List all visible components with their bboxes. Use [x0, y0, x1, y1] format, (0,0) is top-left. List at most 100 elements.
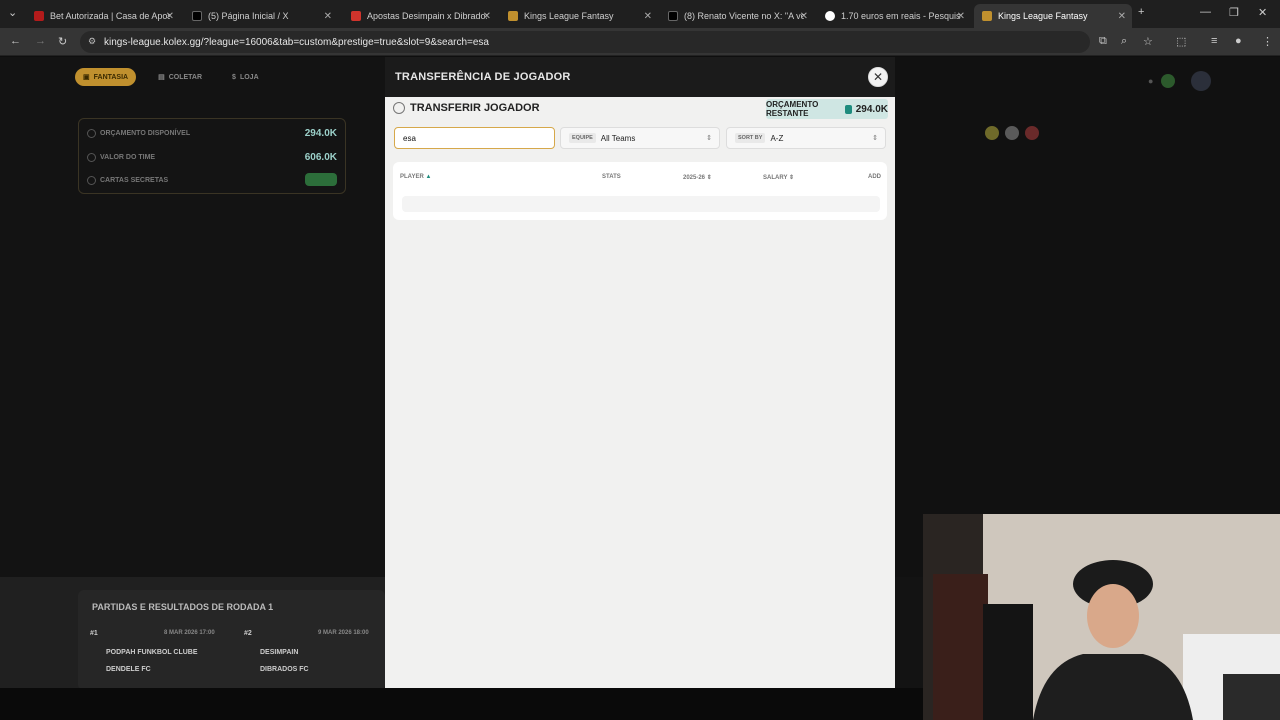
- nav-coletar[interactable]: ▤ COLETAR: [150, 68, 210, 86]
- remaining-budget-value: 294.0K: [855, 103, 888, 115]
- subtitle-text: TRANSFERIR JOGADOR: [410, 102, 540, 114]
- secret-cards-row: CARTAS SECRETAS: [87, 176, 168, 185]
- translate-icon[interactable]: ⧉: [1099, 35, 1107, 48]
- tab-close-icon[interactable]: ✕: [644, 11, 652, 22]
- browser-tab-3[interactable]: Apostas Desimpain x Dibrados ✕: [343, 4, 497, 28]
- tab-close-icon[interactable]: ✕: [957, 11, 965, 22]
- sort-icon: ⇕: [789, 175, 795, 181]
- chevron-updown-icon: ⇕: [872, 135, 878, 142]
- column-season[interactable]: 2025-26 ⇕: [683, 174, 712, 181]
- match-number: #2: [244, 630, 252, 637]
- webcam-overlay: [923, 514, 1280, 720]
- restore-icon[interactable]: ❐: [1229, 6, 1239, 19]
- shop-icon: $: [232, 73, 236, 81]
- column-add: ADD: [868, 174, 881, 180]
- column-label: PLAYER: [400, 174, 424, 180]
- cards-icon: ▤: [158, 74, 165, 81]
- loading-skeleton-row: [402, 196, 880, 212]
- tab-close-icon[interactable]: ✕: [483, 11, 491, 22]
- fantasia-icon: ▣: [83, 74, 90, 81]
- player-search-input[interactable]: [394, 127, 555, 149]
- team-name: DESIMPAIN: [260, 649, 299, 656]
- close-icon: ✕: [872, 70, 884, 84]
- match-date: 8 MAR 2026 17:00: [164, 630, 215, 636]
- browser-tab-6[interactable]: 1.70 euros em reais - Pesquisa ✕: [817, 4, 971, 28]
- app-top-nav: ▣ FANTASIA ▤ COLETAR $ LOJA: [75, 68, 267, 86]
- nav-label: FANTASIA: [93, 73, 129, 81]
- team-value: 606.0K: [304, 152, 337, 163]
- remaining-budget-badge: ORÇAMENTO RESTANTE 294.0K: [766, 99, 888, 119]
- chevron-updown-icon: ⇕: [706, 135, 712, 142]
- secret-cards-badge[interactable]: [305, 173, 337, 186]
- tab-close-icon[interactable]: ✕: [166, 11, 174, 22]
- tab-favicon-icon: [34, 11, 44, 21]
- team-value-row: VALOR DO TIME: [87, 153, 155, 162]
- modal-close-button[interactable]: ✕: [868, 67, 888, 87]
- nav-loja[interactable]: $ LOJA: [224, 68, 267, 86]
- browser-tab-2[interactable]: (5) Página Inicial / X ✕: [184, 4, 338, 28]
- column-salary[interactable]: SALARY ⇕: [763, 174, 794, 181]
- browser-tab-7-active[interactable]: Kings League Fantasy ✕: [974, 4, 1132, 28]
- budget-row: ORÇAMENTO DISPONÍVEL: [87, 129, 190, 138]
- extensions-icon[interactable]: ⬚: [1176, 35, 1186, 48]
- browser-toolbar: ← → ↻ ⚙ kings-league.kolex.gg/?league=16…: [0, 28, 1280, 56]
- column-player[interactable]: PLAYER ▲: [400, 174, 431, 180]
- nav-label: COLETAR: [168, 73, 203, 81]
- team-filter-select[interactable]: EQUIPE All Teams ⇕: [560, 127, 720, 149]
- player-avatar-icon: [985, 126, 999, 140]
- modal-title: TRANSFERÊNCIA DE JOGADOR: [395, 71, 571, 83]
- tab-close-icon[interactable]: ✕: [1118, 11, 1126, 22]
- tab-favicon-icon: [192, 11, 202, 21]
- team-filter-value: All Teams: [600, 133, 636, 143]
- address-bar[interactable]: ⚙ kings-league.kolex.gg/?league=16006&ta…: [80, 31, 1090, 53]
- sort-icon: ⇕: [706, 175, 712, 181]
- media-icon[interactable]: ≡: [1211, 35, 1217, 47]
- tab-search-icon[interactable]: ⌄: [8, 6, 17, 19]
- browser-tab-bar: ⌄ Bet Autorizada | Casa de Apost ✕ (5) P…: [0, 0, 1280, 28]
- sort-select[interactable]: SORT BY A-Z ⇕: [726, 127, 886, 149]
- header-right-icons: ●: [1148, 71, 1212, 91]
- matches-panel: PARTIDAS E RESULTADOS DE RODADA 1 #1 8 M…: [78, 590, 385, 690]
- minimize-icon[interactable]: —: [1200, 6, 1211, 18]
- sort-label: SORT BY: [735, 133, 766, 143]
- tab-favicon-icon: [825, 11, 835, 21]
- user-avatar-icon[interactable]: [1191, 71, 1212, 91]
- tab-title: (8) Renato Vicente no X: "A voz: [684, 11, 804, 21]
- browser-tab-5[interactable]: (8) Renato Vicente no X: "A voz ✕: [660, 4, 814, 28]
- team-filter-label: EQUIPE: [569, 133, 596, 143]
- menu-icon[interactable]: ⋮: [1262, 35, 1273, 48]
- player-avatar-icon: [1005, 126, 1019, 140]
- new-tab-icon[interactable]: +: [1138, 6, 1144, 18]
- team-name: DIBRADOS FC: [260, 666, 309, 673]
- budget-card: ORÇAMENTO DISPONÍVEL 294.0K VALOR DO TIM…: [78, 118, 346, 194]
- tab-title: Kings League Fantasy: [524, 11, 614, 21]
- tab-close-icon[interactable]: ✕: [324, 11, 332, 22]
- budget-label: ORÇAMENTO DISPONÍVEL: [100, 130, 191, 137]
- secret-cards-icon: [87, 176, 96, 185]
- sort-value: A-Z: [770, 133, 784, 143]
- profile-icon[interactable]: ●: [1235, 35, 1242, 47]
- window-close-icon[interactable]: ✕: [1258, 6, 1267, 19]
- bookmark-star-icon[interactable]: ☆: [1143, 35, 1153, 48]
- site-info-icon[interactable]: ⚙: [88, 36, 96, 47]
- coin-icon: [844, 104, 852, 114]
- forward-icon[interactable]: →: [35, 35, 46, 47]
- nav-fantasia[interactable]: ▣ FANTASIA: [75, 68, 137, 86]
- browser-tab-1[interactable]: Bet Autorizada | Casa de Apost ✕: [26, 4, 180, 28]
- browser-tab-4[interactable]: Kings League Fantasy ✕: [500, 4, 658, 28]
- secret-cards-label: CARTAS SECRETAS: [100, 177, 169, 184]
- match-number: #1: [90, 630, 98, 637]
- tab-close-icon[interactable]: ✕: [800, 11, 808, 22]
- value-icon: [87, 153, 96, 162]
- notification-icon[interactable]: ●: [1148, 76, 1153, 86]
- reload-icon[interactable]: ↻: [58, 35, 67, 48]
- tab-title: (5) Página Inicial / X: [208, 11, 289, 21]
- transfer-icon: [393, 102, 405, 114]
- url-text: kings-league.kolex.gg/?league=16006&tab=…: [104, 36, 489, 48]
- team-name: DENDELE FC: [106, 666, 151, 673]
- tab-favicon-icon: [982, 11, 992, 21]
- back-icon[interactable]: ←: [10, 35, 21, 47]
- zoom-icon[interactable]: ⌕: [1121, 35, 1127, 48]
- match-date: 9 MAR 2026 18:00: [318, 630, 369, 636]
- column-label: SALARY: [763, 175, 788, 181]
